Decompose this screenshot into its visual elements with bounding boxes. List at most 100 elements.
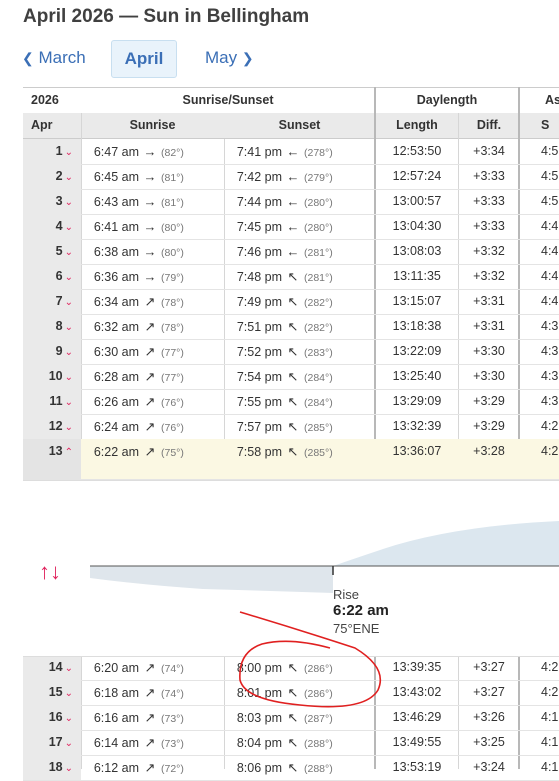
day-cell[interactable]: 16 ⌄	[23, 705, 81, 730]
sunset-time: 7:48 pm	[236, 270, 282, 284]
sunset-azimuth: (281°)	[304, 247, 333, 259]
sunrise-azimuth: (80°)	[161, 247, 184, 259]
astro-cell: 4:3	[541, 369, 559, 383]
table-row[interactable]: 2 ⌄ 6:45 am → (81°) 7:42 pm ← (279°) 12:57:24 +3:…	[23, 164, 559, 190]
sunrise-azimuth: (82°)	[161, 147, 184, 159]
table-row[interactable]: 6 ⌄ 6:36 am → (79°) 7:48 pm ↖ (281°) 13:11:35 +3:…	[23, 264, 559, 290]
chevron-down-icon[interactable]: ⌄	[65, 347, 73, 358]
chevron-down-icon[interactable]: ⌄	[65, 197, 73, 208]
table-row[interactable]: 4 ⌄ 6:41 am → (80°) 7:45 pm ← (280°) 13:04:30 +3:…	[23, 214, 559, 240]
daylength-cell: 13:32:39	[392, 419, 442, 433]
table-row[interactable]: 18 ⌄ 6:12 am ↗ (72°) 8:06 pm ↖ (288°) 13:53:19 +3…	[23, 755, 559, 781]
chevron-down-icon[interactable]: ⌄	[65, 663, 73, 674]
chevron-down-icon[interactable]: ⌄	[65, 297, 73, 308]
day-cell[interactable]: 3 ⌄	[23, 189, 81, 214]
day-cell[interactable]: 9 ⌄	[23, 339, 81, 364]
sunrise-azimuth: (81°)	[161, 197, 184, 209]
astro-group-header: As	[545, 93, 559, 107]
day-cell[interactable]: 7 ⌄	[23, 289, 81, 314]
day-cell[interactable]: 12 ⌄	[23, 414, 81, 439]
sunrise-azimuth: (76°)	[161, 422, 184, 434]
table-row[interactable]: 11 ⌄ 6:26 am ↗ (76°) 7:55 pm ↖ (284°) 13:29:09 +3…	[23, 389, 559, 415]
daylength-cell: 13:46:29	[392, 710, 442, 724]
riseset-group-header: Sunrise/Sunset	[182, 93, 274, 107]
sunrise-time: 6:28 am	[93, 370, 139, 384]
day-cell[interactable]: 1 ⌄	[23, 139, 81, 164]
chevron-down-icon[interactable]: ⌄	[65, 372, 73, 383]
table-row[interactable]: 14 ⌄ 6:20 am ↗ (74°) 8:00 pm ↖ (286°) 13:39:35 +3…	[23, 655, 559, 681]
day-cell[interactable]: 8 ⌄	[23, 314, 81, 339]
chevron-down-icon[interactable]: ⌄	[65, 422, 73, 433]
table-row[interactable]: 9 ⌄ 6:30 am ↗ (77°) 7:52 pm ↖ (283°) 13:22:09 +3:…	[23, 339, 559, 365]
chevron-down-icon[interactable]: ⌄	[65, 172, 73, 183]
sunset-time: 7:58 pm	[236, 445, 282, 459]
daylength-cell: 13:11:35	[393, 269, 441, 283]
chevron-down-icon[interactable]: ⌄	[65, 222, 73, 233]
table-row[interactable]: 5 ⌄ 6:38 am → (80°) 7:46 pm ← (281°) 13:08:03 +3:…	[23, 239, 559, 265]
day-cell[interactable]: 13 ⌃	[23, 439, 81, 464]
sunrise-azimuth: (76°)	[161, 397, 184, 409]
diff-cell: +3:29	[473, 419, 505, 433]
daylength-cell: 13:43:02	[392, 685, 442, 699]
table-row[interactable]: 8 ⌄ 6:32 am ↗ (78°) 7:51 pm ↖ (282°) 13:18:38 +3:…	[23, 314, 559, 340]
day-cell[interactable]: 11 ⌄	[23, 389, 81, 414]
table-row[interactable]: 3 ⌄ 6:43 am → (81°) 7:44 pm ← (280°) 13:00:57 +3:…	[23, 189, 559, 215]
sunset-cell: 7:42 pm ← (279°)	[224, 164, 375, 189]
astro-cell: 4:3	[541, 344, 559, 358]
sunset-time: 7:49 pm	[236, 295, 282, 309]
sunrise-direction-icon: ↗	[144, 319, 156, 334]
sunset-azimuth: (287°)	[304, 713, 333, 725]
sunrise-direction-icon: ↗	[144, 294, 156, 309]
astro-cell: 4:5	[541, 144, 559, 158]
sunrise-direction-icon: ↗	[144, 660, 156, 675]
day-cell[interactable]: 10 ⌄	[23, 364, 81, 389]
sunset-time: 7:57 pm	[236, 420, 282, 434]
day-cell[interactable]: 2 ⌄	[23, 164, 81, 189]
sunrise-direction-icon: →	[143, 194, 157, 209]
chevron-up-icon[interactable]: ⌃	[65, 447, 73, 458]
chevron-down-icon[interactable]: ⌄	[65, 272, 73, 283]
table-row[interactable]: 12 ⌄ 6:24 am ↗ (76°) 7:57 pm ↖ (285°) 13:32:39 +3…	[23, 414, 559, 440]
sunset-time: 8:04 pm	[236, 736, 282, 750]
table-row[interactable]: 16 ⌄ 6:16 am ↗ (73°) 8:03 pm ↖ (287°) 13:46:29 +3…	[23, 705, 559, 731]
day-cell[interactable]: 17 ⌄	[23, 730, 81, 755]
chevron-down-icon[interactable]: ⌄	[65, 322, 73, 333]
diff-cell: +3:32	[473, 244, 505, 258]
next-month-link[interactable]: May ❯	[205, 40, 254, 76]
day-cell[interactable]: 6 ⌄	[23, 264, 81, 289]
chevron-down-icon[interactable]: ⌄	[65, 147, 73, 158]
table-row[interactable]: 17 ⌄ 6:14 am ↗ (73°) 8:04 pm ↖ (288°) 13:49:55 +3…	[23, 730, 559, 756]
year-header: 2026	[31, 93, 59, 107]
chevron-down-icon[interactable]: ⌄	[65, 738, 73, 749]
daylength-cell: 13:53:19	[392, 760, 442, 774]
sunrise-time: 6:16 am	[93, 711, 139, 725]
sunrise-direction-icon: →	[143, 219, 157, 234]
table-row-selected[interactable]: 13 ⌃ 6:22 am ↗ (75°) 7:58 pm ↖ (285°) 13:36:07 +3…	[23, 439, 559, 480]
day-cell[interactable]: 4 ⌄	[23, 214, 81, 239]
sunrise-direction-icon: ↗	[144, 710, 156, 725]
sunset-direction-icon: ↖	[287, 294, 299, 309]
sunrise-cell: 6:34 am ↗ (78°)	[81, 289, 224, 314]
table-row[interactable]: 7 ⌄ 6:34 am ↗ (78°) 7:49 pm ↖ (282°) 13:15:07 +3:…	[23, 289, 559, 315]
day-cell[interactable]: 15 ⌄	[23, 680, 81, 705]
prev-month-link[interactable]: ❮ March	[22, 40, 86, 76]
chevron-down-icon[interactable]: ⌄	[65, 688, 73, 699]
day-cell[interactable]: 18 ⌄	[23, 755, 81, 780]
day-cell[interactable]: 14 ⌄	[23, 655, 81, 680]
day-number: 9	[55, 344, 63, 358]
table-row[interactable]: 15 ⌄ 6:18 am ↗ (74°) 8:01 pm ↖ (286°) 13:43:02 +3…	[23, 680, 559, 706]
sunset-cell: 7:58 pm ↖ (285°)	[224, 439, 375, 464]
sunset-time: 7:52 pm	[236, 345, 282, 359]
chevron-down-icon[interactable]: ⌄	[65, 713, 73, 724]
sunrise-cell: 6:18 am ↗ (74°)	[81, 680, 224, 705]
diff-cell: +3:28	[473, 444, 505, 458]
table-row[interactable]: 1 ⌄ 6:47 am → (82°) 7:41 pm ← (278°) 12:53:50 +3:…	[23, 139, 559, 165]
current-month-tab[interactable]: April	[111, 40, 177, 78]
table-row[interactable]: 10 ⌄ 6:28 am ↗ (77°) 7:54 pm ↖ (284°) 13:25:40 +3…	[23, 364, 559, 390]
daylength-cell: 13:08:03	[392, 244, 442, 258]
chevron-down-icon[interactable]: ⌄	[65, 397, 73, 408]
sunset-header: Sunset	[278, 118, 321, 132]
sunrise-time: 6:43 am	[93, 195, 139, 209]
chevron-down-icon[interactable]: ⌄	[65, 247, 73, 258]
day-cell[interactable]: 5 ⌄	[23, 239, 81, 264]
